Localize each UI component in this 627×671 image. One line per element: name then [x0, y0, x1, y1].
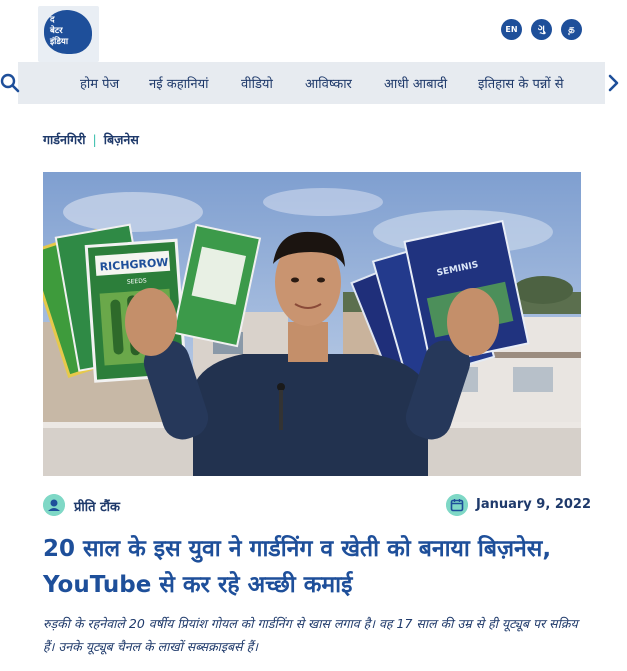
nav-item-video[interactable]: वीडियो — [241, 74, 273, 92]
nav-item-home[interactable]: होम पेज — [80, 74, 119, 92]
language-gujarati-button[interactable]: ગુ — [531, 19, 552, 40]
site-logo[interactable]: द बेटर इंडिया — [38, 6, 99, 62]
site-header: द बेटर इंडिया EN ગુ த — [0, 0, 627, 62]
main-navigation: होम पेज नई कहानियां वीडियो आविष्कार आधी … — [0, 62, 627, 104]
logo-line-2: बेटर — [50, 26, 63, 36]
calendar-icon — [446, 494, 468, 516]
nav-item-innovation[interactable]: आविष्कार — [305, 74, 352, 92]
breadcrumb-separator: | — [92, 132, 97, 147]
search-icon[interactable] — [0, 73, 20, 93]
packet-sub-text: SEEDS — [127, 277, 147, 285]
breadcrumb: गार्डनगिरी | बिज़नेस — [43, 131, 139, 148]
logo-line-1: द — [50, 15, 55, 25]
nav-item-new-stories[interactable]: नई कहानियां — [149, 74, 208, 92]
language-english-button[interactable]: EN — [501, 19, 522, 40]
user-icon — [43, 494, 65, 516]
nav-item-history[interactable]: इतिहास के पन्नों से — [478, 74, 564, 92]
language-tamil-button[interactable]: த — [561, 19, 582, 40]
hero-image: RICHGROW SEEDS SEMINIS — [43, 172, 581, 476]
logo-line-3: इंडिया — [50, 37, 69, 47]
article-summary: रुड़की के रहनेवाले 20 वर्षीय प्रियांश गो… — [43, 616, 578, 654]
article-meta: प्रीति टौंक January 9, 2022 — [43, 494, 591, 518]
breadcrumb-gardening[interactable]: गार्डनगिरी — [43, 132, 86, 147]
publish-date: January 9, 2022 — [476, 497, 591, 512]
article-title: 20 साल के इस युवा ने गार्डनिंग व खेती को… — [43, 536, 552, 598]
nav-item-women[interactable]: आधी आबादी — [384, 74, 447, 92]
breadcrumb-business[interactable]: बिज़नेस — [104, 132, 139, 147]
author-name[interactable]: प्रीति टौंक — [74, 497, 120, 515]
chevron-right-icon[interactable] — [606, 73, 622, 93]
